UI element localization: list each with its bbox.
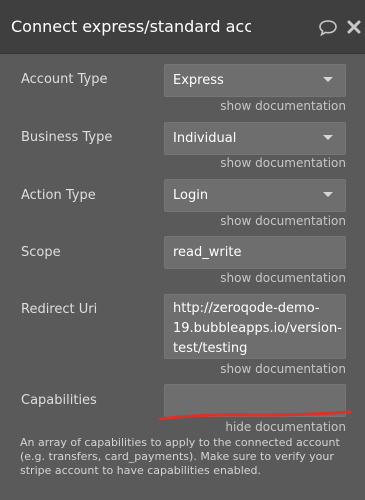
redirect-uri-value: http://zeroqode-demo-19.bubbleapps.io/ve… [173,301,342,356]
action-type-value: Login [173,188,209,203]
business-type-value: Individual [173,131,237,146]
redirect-uri-doc-link[interactable]: show documentation [220,362,346,376]
account-type-dropdown[interactable]: Express [164,64,346,97]
account-type-value: Express [173,73,224,88]
redirect-uri-input[interactable]: http://zeroqode-demo-19.bubbleapps.io/ve… [164,294,346,359]
account-type-label: Account Type [21,72,108,87]
redirect-uri-label: Redirect Uri [21,302,98,317]
action-type-label: Action Type [21,188,96,203]
scope-value: read_write [173,245,242,260]
chevron-down-icon [323,135,333,140]
business-type-doc-link[interactable]: show documentation [220,156,346,170]
action-type-doc-link[interactable]: show documentation [220,214,346,228]
capabilities-input[interactable] [164,384,346,417]
panel-header: Connect express/standard account [0,0,365,54]
chevron-down-icon [323,192,333,197]
panel-title: Connect express/standard account [11,17,251,36]
scope-doc-link[interactable]: show documentation [220,271,346,285]
business-type-label: Business Type [21,130,113,145]
capabilities-doc-link[interactable]: hide documentation [225,420,346,434]
comment-icon[interactable] [318,19,338,37]
chevron-down-icon [323,77,333,82]
scope-input[interactable]: read_write [164,236,346,269]
action-type-dropdown[interactable]: Login [164,179,346,212]
business-type-dropdown[interactable]: Individual [164,122,346,155]
workflow-action-panel: Connect express/standard account Account… [0,0,365,500]
account-type-doc-link[interactable]: show documentation [220,99,346,113]
close-icon[interactable] [346,19,362,35]
capabilities-description: An array of capabilities to apply to the… [20,436,340,477]
scope-label: Scope [21,245,61,260]
capabilities-label: Capabilities [21,393,97,408]
